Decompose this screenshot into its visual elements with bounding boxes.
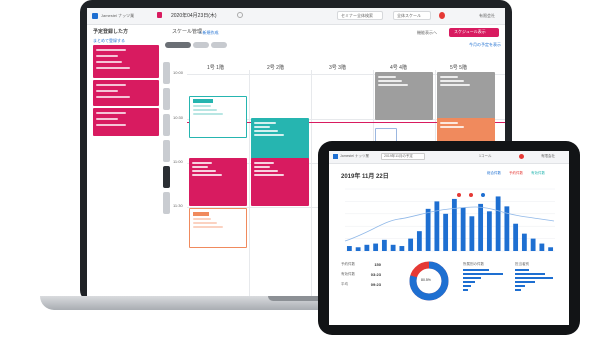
prev-button[interactable] xyxy=(193,42,209,48)
tablet-app-name: Jamestel ナッツ業 xyxy=(340,154,369,158)
stat-value: 03:23 xyxy=(370,272,381,277)
chart-bar xyxy=(408,238,414,251)
tablet-filter[interactable]: 1コール xyxy=(479,154,491,159)
chart-bar xyxy=(399,246,405,251)
time-label-2: 10:30 xyxy=(173,115,184,120)
event-block[interactable] xyxy=(189,208,247,248)
tablet-tab-label: 2019年11月の予定 xyxy=(384,154,413,158)
column-header-3: 3号 3階 xyxy=(329,65,346,71)
chart-bar xyxy=(478,203,484,251)
chart-bar xyxy=(355,247,361,251)
chart-bar xyxy=(548,247,554,251)
time-label-4: 11:30 xyxy=(173,203,183,208)
sidebar-link[interactable]: まとめて登録する xyxy=(93,39,125,43)
marker-icons xyxy=(457,193,485,197)
chart-bar xyxy=(381,239,387,251)
filter-label: 全体スケール xyxy=(397,13,421,18)
column-header-4: 4号 4階 xyxy=(390,65,407,71)
chart-bar xyxy=(346,246,352,251)
stat-label: 平均 xyxy=(341,282,348,286)
legend-item-3: 有効件数 xyxy=(531,171,545,175)
event-block[interactable] xyxy=(189,158,247,206)
calendar-icon[interactable] xyxy=(237,12,243,18)
tablet-tab[interactable]: 2019年11月の予定 xyxy=(381,153,425,160)
app-name: Jamestel ナッツ業 xyxy=(101,13,135,18)
event-block[interactable] xyxy=(375,72,433,120)
stat-label: 予約件数 xyxy=(341,262,355,266)
column-header-2: 2号 2階 xyxy=(267,65,284,71)
chart-bar xyxy=(443,213,449,251)
stat-value: 150 xyxy=(374,262,381,267)
next-button[interactable] xyxy=(211,42,227,48)
small-chart-title-1: 所属別の件数 xyxy=(463,262,484,266)
chart-bar xyxy=(434,201,440,251)
sidebar-card-1[interactable] xyxy=(93,45,159,78)
tablet-title: 2019年 11月 22日 xyxy=(341,174,389,180)
app-logo-icon xyxy=(92,13,98,19)
user-label[interactable]: 有限会社 xyxy=(479,14,495,18)
side-pill-strip xyxy=(163,62,170,232)
chart-bar xyxy=(416,231,422,251)
schedule-view-button[interactable]: スケジュール表示 xyxy=(449,28,499,37)
chart-bar xyxy=(521,233,527,251)
chart-bar xyxy=(513,223,519,251)
small-bar-chart-2 xyxy=(515,269,559,291)
chart-bar xyxy=(495,196,501,251)
grid-col-line xyxy=(249,70,250,296)
event-block[interactable] xyxy=(189,96,247,138)
donut-center-label: 80.5% xyxy=(421,278,431,282)
small-bar-chart-1 xyxy=(463,269,507,291)
alert-icon[interactable] xyxy=(439,12,445,19)
chart-bar xyxy=(486,211,492,251)
search-placeholder: セミナー全体検索 xyxy=(341,13,373,18)
header-title: スケール管理 xyxy=(172,29,203,35)
notification-icon[interactable] xyxy=(157,12,162,18)
sidebar-title: 予定登録した方 xyxy=(93,29,129,35)
column-header-5: 5号 5階 xyxy=(450,65,467,71)
date-text: 2020年04月23日(木) xyxy=(171,13,217,19)
header-link[interactable]: + 新規作成 xyxy=(199,31,218,35)
tablet-logo-icon xyxy=(333,154,338,159)
event-block[interactable] xyxy=(437,72,495,120)
chart-bar xyxy=(460,207,466,251)
sidebar-card-2[interactable] xyxy=(93,80,159,106)
small-chart-title-2: 担当者別 xyxy=(515,262,529,266)
hourly-bar-chart xyxy=(344,188,555,252)
chart-bar xyxy=(390,244,396,251)
filter-select[interactable]: 全体スケール xyxy=(393,11,431,20)
chart-bar xyxy=(373,243,379,251)
chart-bar xyxy=(425,208,431,251)
tablet-user-label[interactable]: 有限会社 xyxy=(541,154,555,159)
chart-bar xyxy=(469,216,475,251)
column-header-1: 1号 1階 xyxy=(207,65,224,71)
grid-col-line xyxy=(311,70,312,296)
sidebar-card-3[interactable] xyxy=(93,108,159,136)
legend-item-2: 予約件数 xyxy=(509,171,523,175)
chart-bar xyxy=(451,198,457,251)
time-label-3: 11:00 xyxy=(173,159,183,164)
legend-item-1: 総合件数 xyxy=(487,171,501,175)
event-block[interactable] xyxy=(251,158,309,206)
schedule-view-label: スケジュール表示 xyxy=(454,29,486,34)
stat-value: 09:23 xyxy=(370,282,381,287)
time-label-1: 10:00 xyxy=(173,70,184,75)
tablet-alert-icon[interactable] xyxy=(519,154,524,159)
chart-bar xyxy=(364,244,370,251)
view-toggle[interactable] xyxy=(165,42,191,48)
tablet-screen: Jamestel ナッツ業 2019年11月の予定 1コール 有限会社 2019… xyxy=(329,151,569,325)
chart-bar xyxy=(530,238,536,251)
stats-list: 予約件数 150 有効件数 03:23 平均 09:23 xyxy=(341,262,381,287)
search-input[interactable]: セミナー全体検索 xyxy=(337,11,383,20)
toolbar-label: 機能表示へ xyxy=(417,30,437,35)
right-link[interactable]: 今月の予定を表示 xyxy=(469,43,501,47)
stat-label: 有効件数 xyxy=(341,272,355,276)
chart-bar xyxy=(539,243,545,251)
